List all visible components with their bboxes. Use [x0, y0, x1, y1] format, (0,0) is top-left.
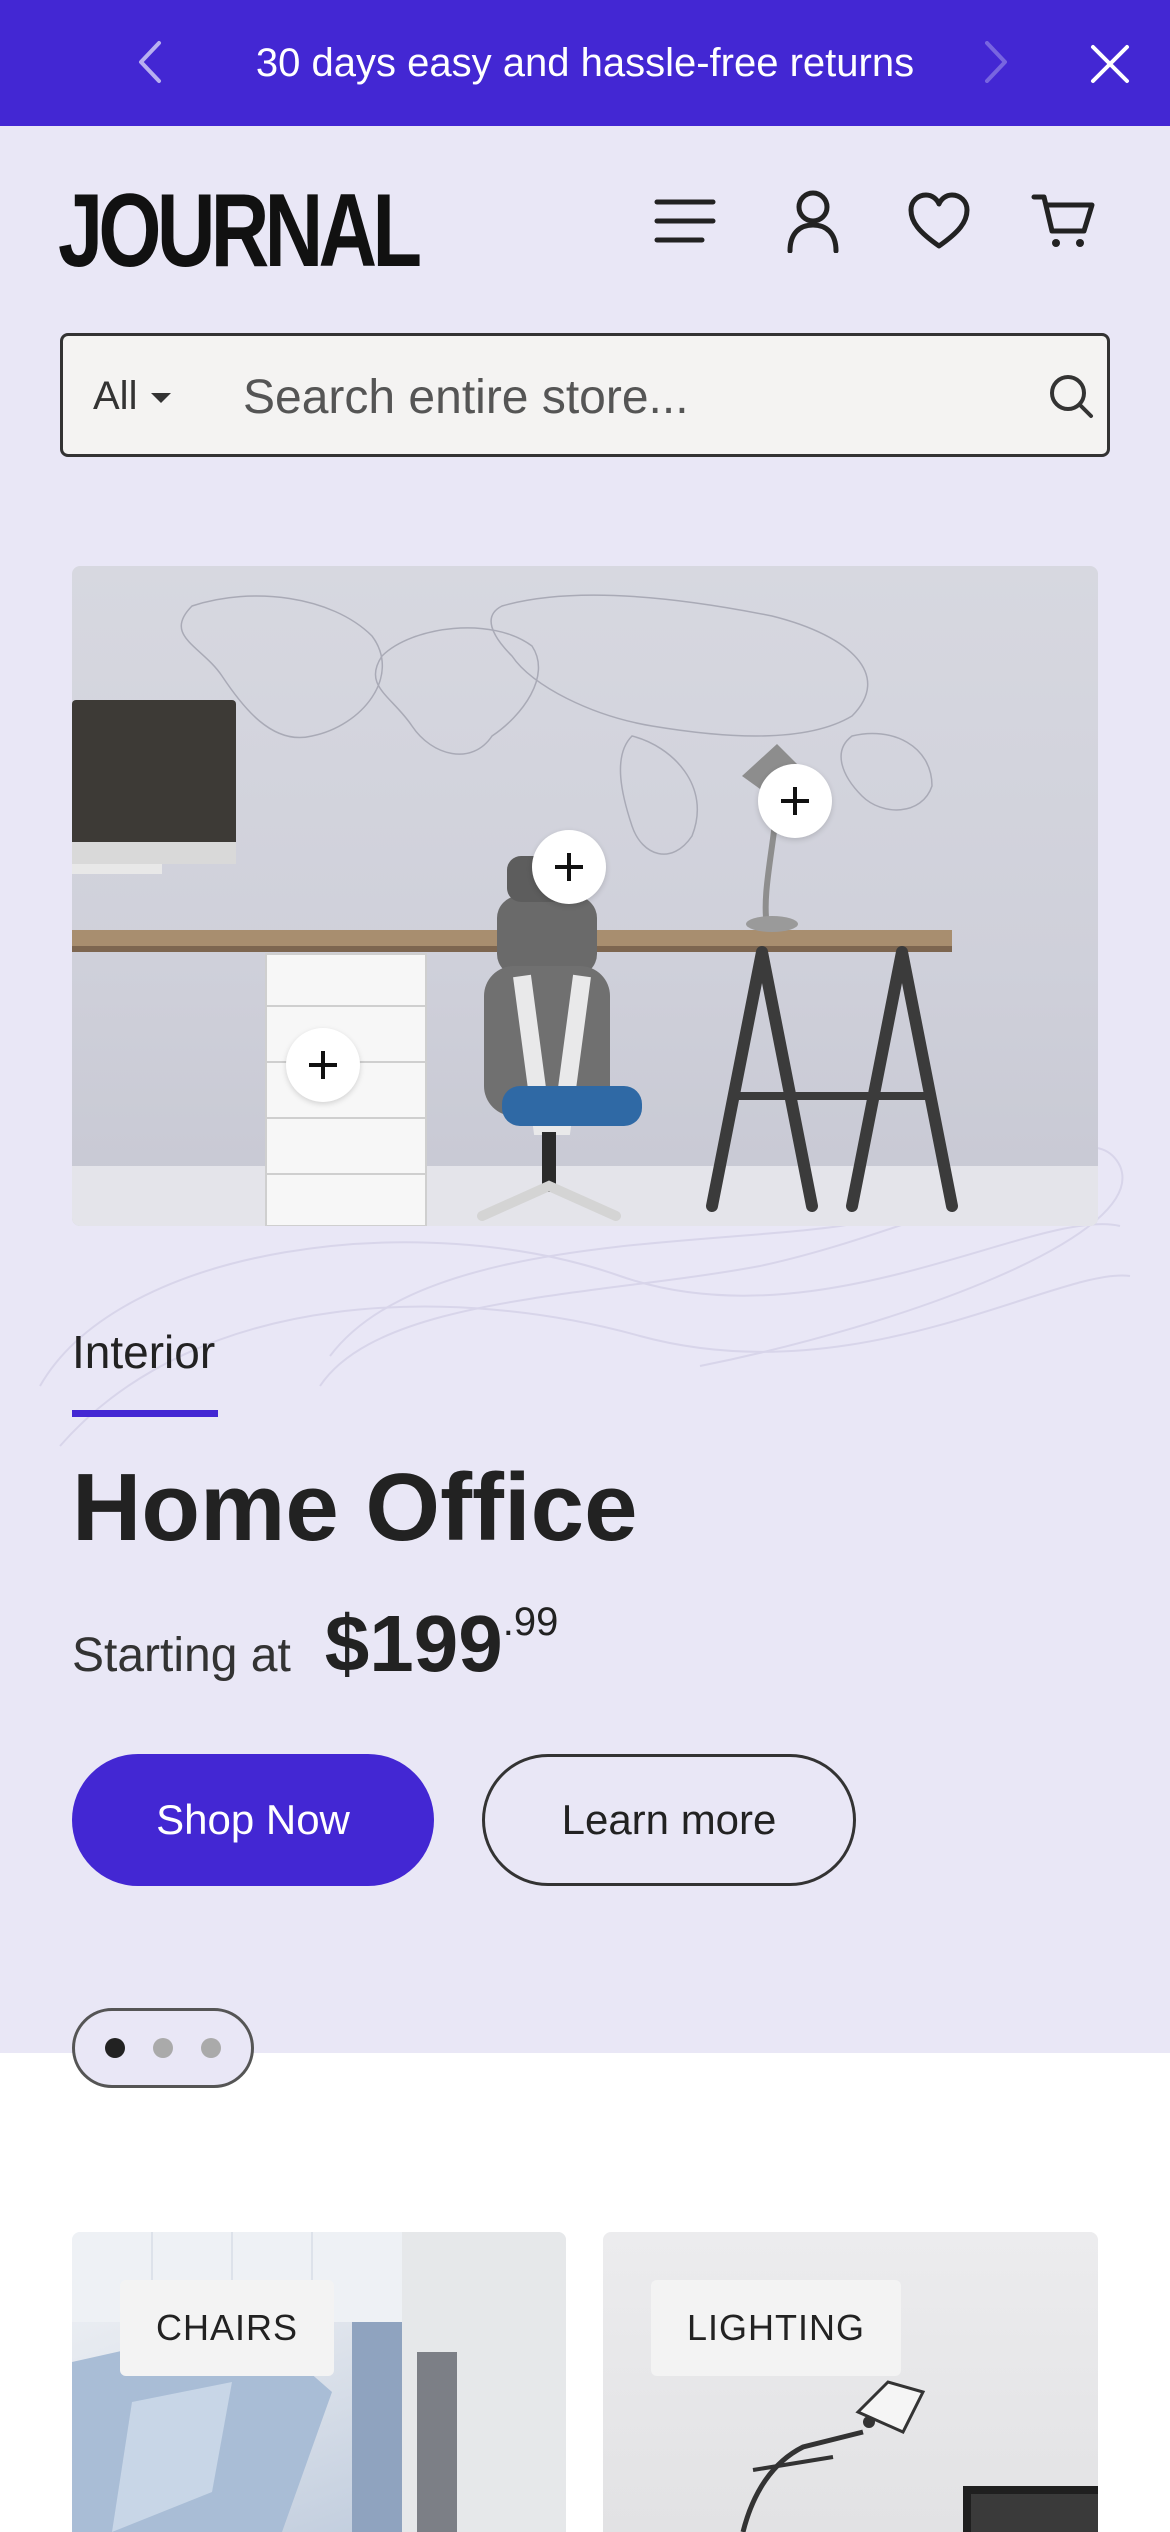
- search-button[interactable]: [1043, 368, 1099, 424]
- product-hotspot-lamp[interactable]: [758, 764, 832, 838]
- category-card-chairs[interactable]: CHAIRS: [72, 2232, 566, 2532]
- user-icon: [787, 190, 839, 253]
- heart-icon: [908, 192, 970, 249]
- search-category-label: All: [93, 374, 138, 418]
- hero-title: Home Office: [72, 1454, 638, 1561]
- next-announcement-button[interactable]: [968, 34, 1024, 90]
- category-card-lighting[interactable]: LIGHTING: [603, 2232, 1098, 2532]
- slide-dot-3[interactable]: [201, 2038, 221, 2058]
- close-announcement-button[interactable]: [1082, 36, 1138, 92]
- hero-eyebrow: Interior: [72, 1326, 216, 1378]
- announcement-bar: 30 days easy and hassle-free returns: [0, 0, 1170, 126]
- search-input[interactable]: [243, 362, 1003, 432]
- store-logo[interactable]: JOURNAL: [58, 179, 422, 283]
- cart-button[interactable]: [1026, 184, 1100, 258]
- hero-price: Starting at $199 .99: [72, 1598, 558, 1688]
- close-icon: [1091, 45, 1129, 83]
- price-amount: $199: [324, 1599, 503, 1688]
- shop-now-button[interactable]: Shop Now: [72, 1754, 434, 1886]
- slide-dot-1[interactable]: [105, 2038, 125, 2058]
- slide-dot-2[interactable]: [153, 2038, 173, 2058]
- menu-button[interactable]: [648, 184, 722, 258]
- caret-down-icon: [151, 393, 172, 403]
- eyebrow-underline: [72, 1410, 218, 1417]
- plus-icon: [555, 853, 583, 881]
- slider-pagination: [72, 2008, 254, 2088]
- plus-icon: [309, 1051, 337, 1079]
- search-icon: [1050, 375, 1093, 418]
- price-prefix: Starting at: [72, 1629, 291, 1682]
- price-cents: .99: [502, 1600, 559, 1644]
- hero-image: [72, 566, 1098, 1226]
- shopping-cart-icon: [1031, 194, 1095, 247]
- chevron-right-icon: [985, 41, 1007, 83]
- search-bar: All: [60, 333, 1110, 457]
- product-hotspot-chair[interactable]: [532, 830, 606, 904]
- chairs-category-image: [72, 2232, 566, 2532]
- plus-icon: [781, 787, 809, 815]
- account-button[interactable]: [776, 184, 850, 258]
- wishlist-button[interactable]: [902, 184, 976, 258]
- hamburger-menu-icon: [654, 199, 716, 243]
- search-category-select[interactable]: All: [93, 368, 172, 424]
- lighting-category-image: [740, 2380, 1098, 2532]
- learn-more-button[interactable]: Learn more: [482, 1754, 856, 1886]
- category-label-lighting: LIGHTING: [651, 2280, 902, 2376]
- category-label-chairs: CHAIRS: [120, 2280, 335, 2376]
- product-hotspot-drawer[interactable]: [286, 1028, 360, 1102]
